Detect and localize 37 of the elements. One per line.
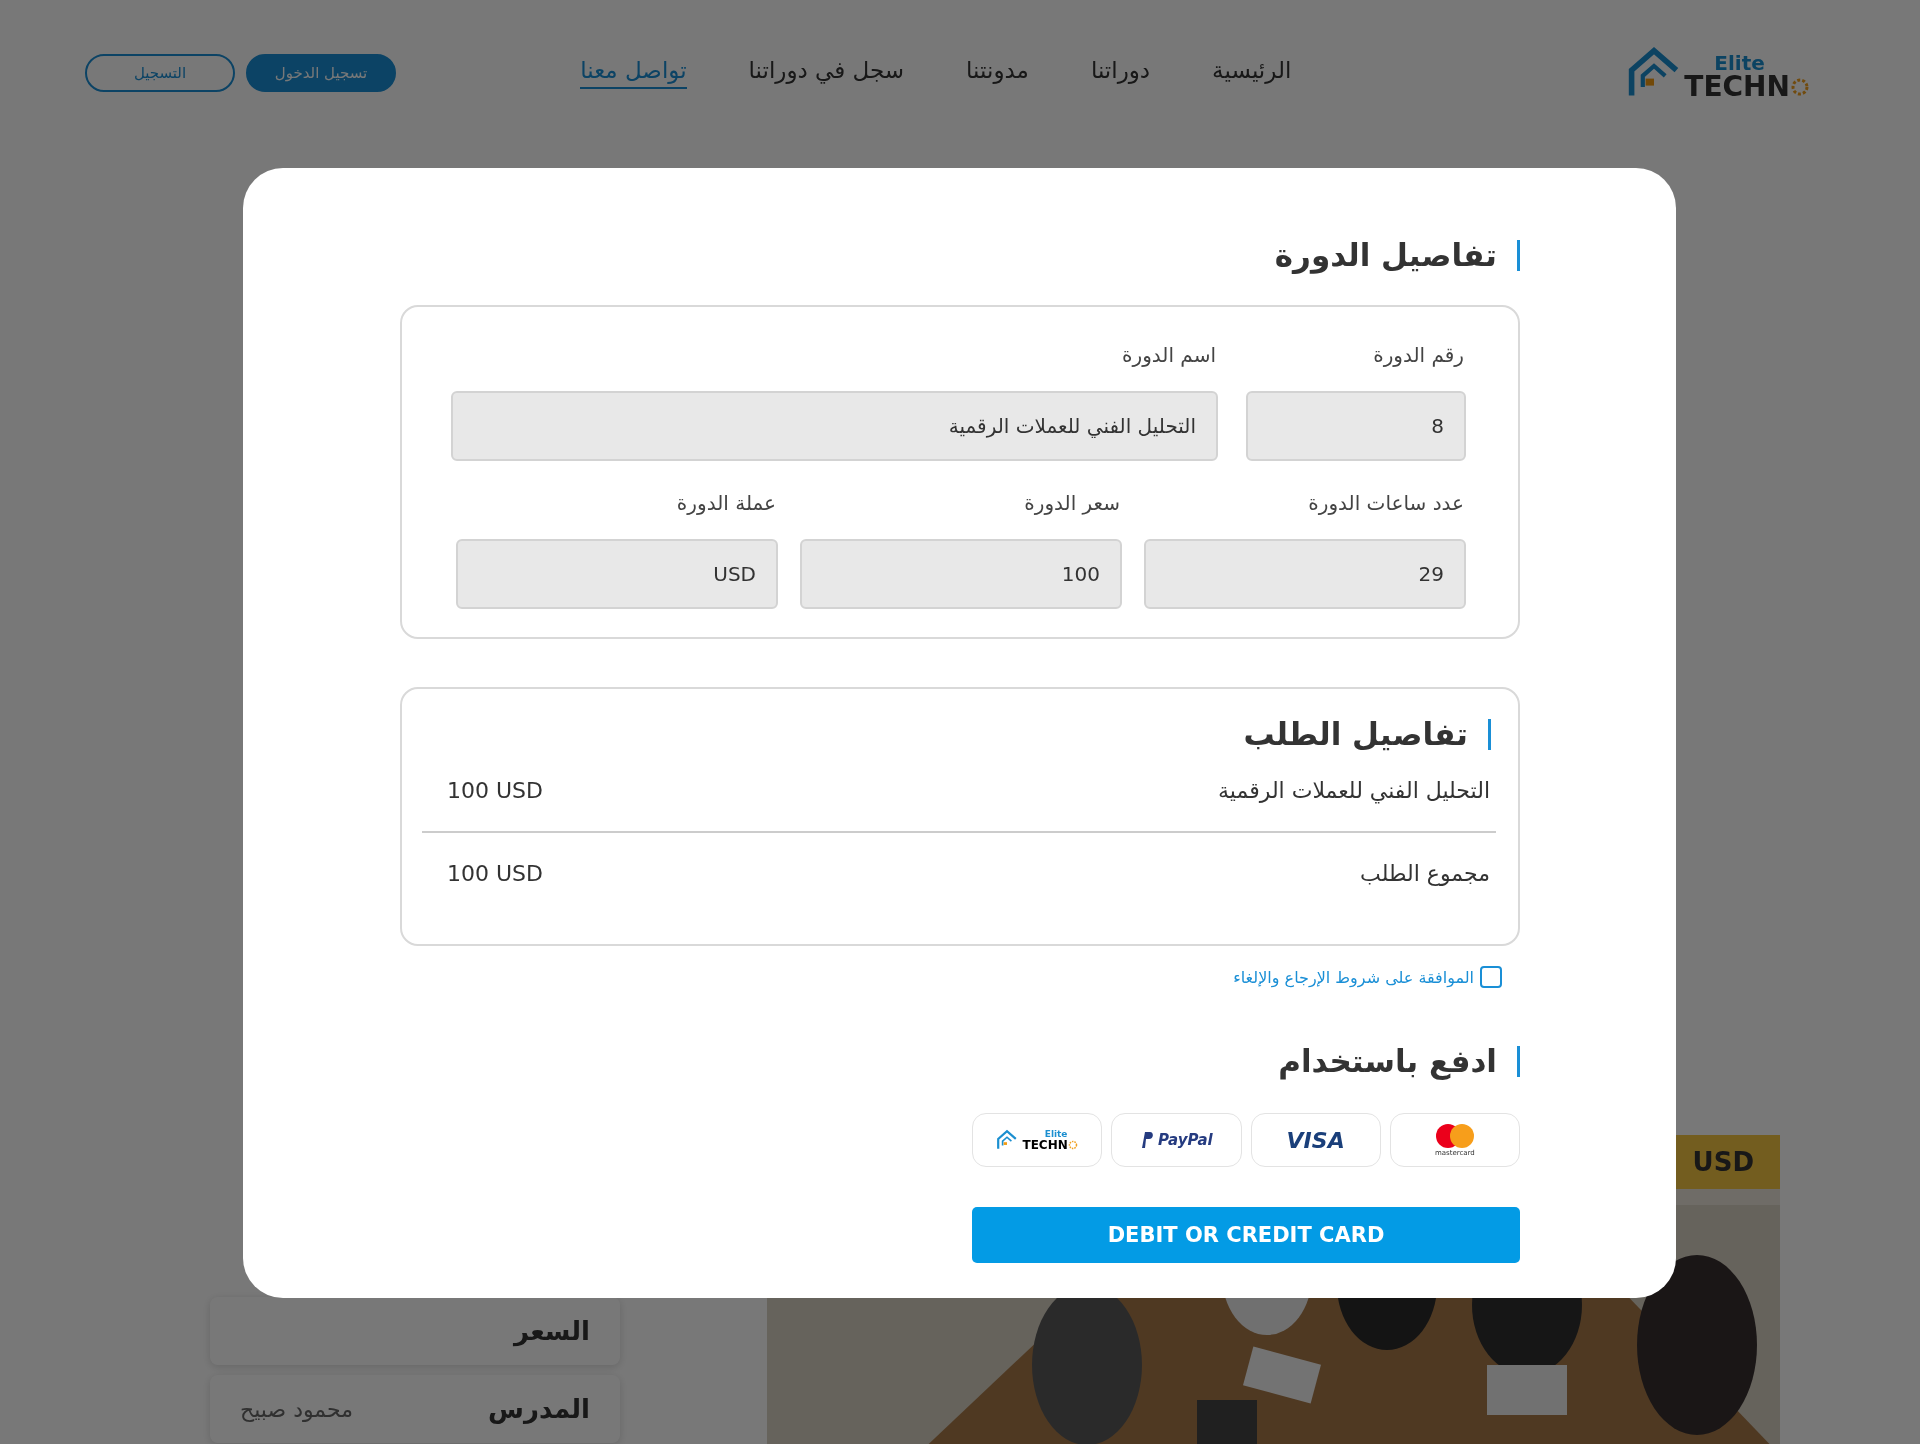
ring-icon (1067, 1139, 1078, 1150)
info-label: السعر (514, 1316, 590, 1346)
order-amount: 100 USD (447, 861, 543, 886)
payment-method[interactable]: PayPal (1111, 1113, 1242, 1167)
p-icon (1140, 1131, 1154, 1149)
order-item: مجموع الطلب (1360, 861, 1490, 886)
payment-method[interactable]: Elite TECHN (972, 1113, 1103, 1167)
input-field[interactable]: 100 (800, 539, 1122, 609)
info-label: المدرس (488, 1394, 590, 1424)
method-label: PayPal (1158, 1131, 1213, 1149)
nav-link[interactable]: الرئيسية (1212, 57, 1292, 89)
logo-text: Elite (1043, 1129, 1069, 1139)
circles-icon (1433, 1123, 1476, 1149)
input-field[interactable]: 29 (1144, 539, 1466, 609)
payment-method[interactable]: VISA (1250, 1113, 1381, 1167)
input-field[interactable]: USD (456, 539, 778, 609)
terms-label[interactable]: الموافقة على شروط الإرجاع والإلغاء (1233, 967, 1474, 987)
logo-text: TECHN (1684, 73, 1790, 101)
logo-text: TECHN (1022, 1138, 1068, 1151)
field-label: اسم الدورة (1121, 343, 1217, 367)
nav-link[interactable]: دوراتنا (1090, 57, 1151, 89)
nav-link[interactable]: سجل في دوراتنا (748, 57, 905, 89)
house-logo-icon (996, 1129, 1019, 1151)
input-field[interactable]: التحليل الفني للعملات الرقمية (451, 391, 1218, 461)
field-label: سعر الدورة (1023, 491, 1121, 515)
field-label: رقم الدورة (1372, 343, 1465, 367)
input-field[interactable]: 8 (1246, 391, 1466, 461)
section-title: تفاصيل الطلب (1243, 719, 1491, 750)
info-value: محمود صبيح (240, 1396, 354, 1422)
order-item: التحليل الفني للعملات الرقمية (1218, 778, 1490, 803)
field-label: عدد ساعات الدورة (1307, 491, 1465, 515)
order-amount: 100 USD (447, 778, 543, 803)
terms-checkbox[interactable] (1480, 966, 1502, 988)
nav-link[interactable]: مدونتنا (966, 57, 1029, 89)
logo-text: Elite (1714, 53, 1766, 73)
ring-icon (1790, 77, 1810, 97)
field-label: عملة الدورة (675, 491, 777, 515)
